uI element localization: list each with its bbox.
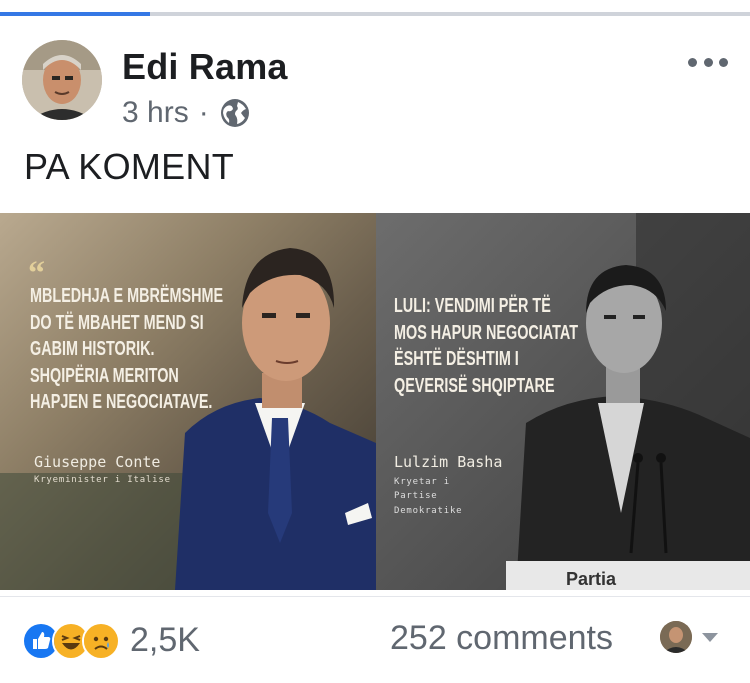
right-panel: LULI: VENDIMI PËR TË MOS HAPUR NEGOCIATA…: [376, 213, 750, 590]
quote-line: DO TË MBAHET MEND SI: [30, 311, 204, 334]
conte-quote: MBLEDHJA E MBRËMSHME DO TË MBAHET MEND S…: [30, 283, 224, 416]
conte-role: Kryeminister i Italise: [34, 475, 171, 485]
reaction-count: 2,5K: [130, 621, 200, 659]
basha-photo: [506, 213, 750, 590]
quote-line: ËSHTË DËSHTIM I: [394, 348, 519, 371]
basha-name: Lulzim Basha: [394, 453, 503, 471]
post-timestamp[interactable]: 3 hrs: [122, 96, 189, 130]
author-name[interactable]: Edi Rama: [122, 46, 288, 88]
chevron-down-icon[interactable]: [702, 633, 718, 642]
post-footer: 2,5K 252 comments: [0, 596, 750, 683]
globe-icon: [219, 97, 251, 129]
post-header: Edi Rama 3 hrs ·: [22, 40, 732, 130]
post-text: PA KOMENT: [24, 146, 235, 187]
podium-text: Partia: [566, 569, 617, 589]
quote-line: SHQIPËRIA MERITON: [30, 364, 179, 387]
basha-quote: LULI: VENDIMI PËR TË MOS HAPUR NEGOCIATA…: [394, 293, 578, 399]
meta-separator: ·: [198, 96, 209, 129]
more-dot: [688, 57, 697, 67]
more-dot: [703, 57, 713, 67]
more-dot: [719, 57, 728, 67]
quote-line: GABIM HISTORIK.: [30, 338, 155, 361]
basha-role: Kryetar i Partise Demokratike: [394, 477, 463, 516]
loading-progress-bar: [0, 12, 750, 16]
author-avatar[interactable]: [22, 40, 102, 120]
commenter-avatar[interactable]: [660, 621, 692, 653]
post-image[interactable]: “ MBLEDHJA E MBRËMSHME DO TË MBAHET MEND…: [0, 213, 750, 590]
conte-name: Giuseppe Conte: [34, 453, 161, 471]
quote-line: LULI: VENDIMI PËR TË: [394, 295, 551, 317]
more-options-icon[interactable]: [688, 52, 728, 72]
loading-progress-fill: [0, 12, 150, 16]
quote-line: MBLEDHJA E MBRËMSHME: [30, 285, 224, 307]
quote-line: QEVERISË SHQIPTARE: [394, 374, 555, 397]
quote-line: HAPJEN E NEGOCIATAVE.: [30, 391, 213, 414]
sad-icon: [82, 621, 120, 660]
reactions-summary[interactable]: 2,5K: [22, 621, 200, 660]
comments-count[interactable]: 252 comments: [390, 619, 613, 658]
post-meta: 3 hrs ·: [122, 96, 251, 130]
quote-line: MOS HAPUR NEGOCIATAT: [394, 321, 578, 344]
left-panel: “ MBLEDHJA E MBRËMSHME DO TË MBAHET MEND…: [0, 213, 376, 590]
